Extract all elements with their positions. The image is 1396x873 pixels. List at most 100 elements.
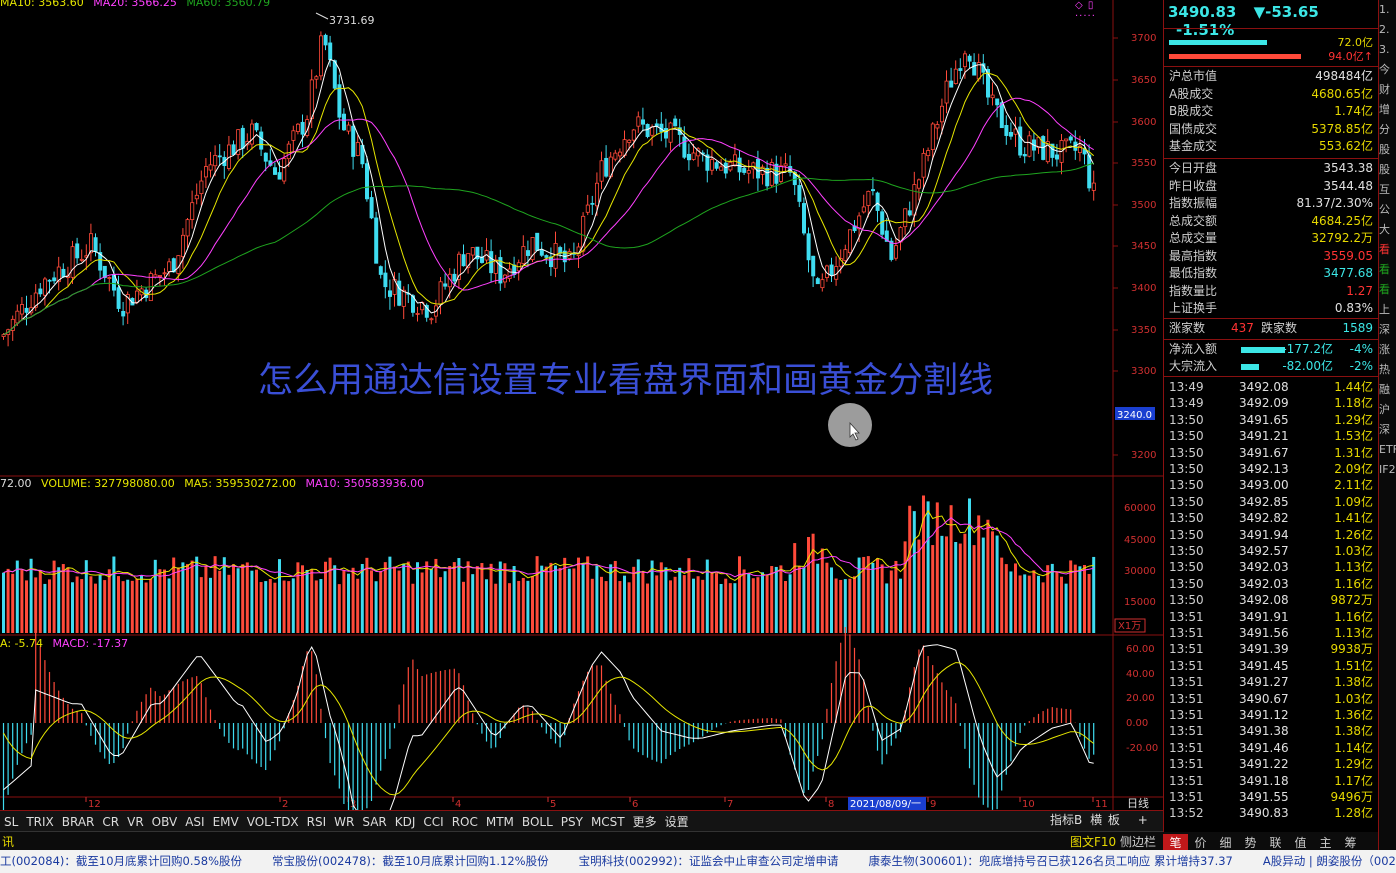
indicator-tab-wr[interactable]: WR — [330, 813, 358, 832]
quote-stat-label: B股成交 — [1169, 104, 1214, 118]
indicator-tab-设置[interactable]: 设置 — [661, 813, 693, 832]
indicator-tab-roc[interactable]: ROC — [448, 813, 482, 832]
news-ticker-item[interactable]: 宝明科技(002992)：证监会中止审查公司定增申请 — [579, 854, 839, 868]
volume-bar — [259, 582, 263, 633]
sidebar-item[interactable]: 公 — [1379, 200, 1396, 220]
indicator-tab-kdj[interactable]: KDJ — [391, 813, 420, 832]
candle-body — [231, 144, 236, 155]
sidebar-item[interactable]: 融 — [1379, 380, 1396, 400]
volume-bar — [604, 581, 608, 633]
indicator-tab-trix[interactable]: TRIX — [22, 813, 57, 832]
inflow-bar-blue — [1169, 40, 1267, 45]
candle-body — [19, 304, 24, 315]
sidebar-toggle[interactable]: 侧边栏 — [1120, 833, 1156, 850]
indicator-b-tab[interactable]: 指标B — [1050, 813, 1082, 827]
news-ticker-item[interactable]: A股异动 | 朗姿股份（002612）涨6% 第三季 — [1263, 854, 1396, 868]
candle-body — [631, 129, 636, 141]
tick-volume: 1.44亿 — [1334, 380, 1373, 394]
tick-volume: 1.26亿 — [1334, 527, 1373, 542]
volume-bar — [107, 569, 111, 633]
sidebar-item[interactable]: 股 — [1379, 140, 1396, 160]
volume-bar — [719, 583, 723, 633]
volume-bar — [158, 569, 162, 633]
sidebar-item[interactable]: 看 — [1379, 280, 1396, 300]
tool-board[interactable]: 板 — [1108, 813, 1120, 827]
indicator-tab-cr[interactable]: CR — [98, 813, 123, 832]
sidebar-item[interactable]: 增 — [1379, 100, 1396, 120]
sidebar-item[interactable]: 深 — [1379, 320, 1396, 340]
indicator-tab-asi[interactable]: ASI — [181, 813, 208, 832]
f10-button[interactable]: 图文F10 — [1070, 833, 1116, 850]
sidebar-item[interactable]: 分 — [1379, 120, 1396, 140]
sidebar-item[interactable]: 涨 — [1379, 340, 1396, 360]
volume-bar — [370, 570, 373, 633]
candle-body — [507, 268, 512, 279]
sidebar-item[interactable]: 2. — [1379, 20, 1396, 40]
news-ticker-item[interactable]: 工(002084)：截至10月底累计回购0.58%股份 — [0, 854, 242, 868]
indicator-tab-mtm[interactable]: MTM — [482, 813, 518, 832]
kline-chart[interactable]: 3700 3650 3600 3550 3500 3450 3400 3350 3300 3240… — [0, 0, 1163, 810]
candle-body — [889, 240, 894, 260]
sidebar-item[interactable]: IF2 — [1379, 460, 1396, 480]
sidebar-item[interactable]: 沪 — [1379, 400, 1396, 420]
indicator-tab-psy[interactable]: PSY — [557, 813, 587, 832]
indicator-tab-emv[interactable]: EMV — [209, 813, 243, 832]
indicator-tab-mcst[interactable]: MCST — [587, 813, 629, 832]
indicator-tab-vol-tdx[interactable]: VOL-TDX — [243, 813, 303, 832]
news-ticker[interactable]: 工(002084)：截至10月底累计回购0.58%股份 常宝股份(002478)：… — [0, 850, 1396, 873]
chart-area[interactable]: 3700 3650 3600 3550 3500 3450 3400 3350 3300 3240… — [0, 0, 1163, 810]
sidebar-item[interactable]: 财 — [1379, 80, 1396, 100]
sidebar-item[interactable]: 上 — [1379, 300, 1396, 320]
volume-bar — [889, 570, 893, 633]
candle-body — [295, 123, 300, 132]
inflow-bar-row-2: 94.0亿↑ — [1169, 50, 1373, 64]
indicator-tab-更多[interactable]: 更多 — [629, 813, 661, 832]
sidebar-item[interactable]: 热 — [1379, 360, 1396, 380]
sidebar-item[interactable]: 深 — [1379, 420, 1396, 440]
sidebar-item[interactable]: 今 — [1379, 60, 1396, 80]
tick-volume: 9938万 — [1330, 642, 1373, 657]
volume-bar — [885, 583, 889, 633]
candle-body — [185, 219, 190, 237]
indicator-tab-sar[interactable]: SAR — [358, 813, 390, 832]
news-sidebar[interactable]: 1.2.3.今财增分股股互公大看看看上深涨热融沪深ETFIF2 — [1378, 0, 1396, 850]
volume-bar — [535, 556, 539, 633]
volume-bar — [991, 531, 994, 633]
volume-ma5-line — [3, 509, 1094, 581]
sidebar-item[interactable]: 互 — [1379, 180, 1396, 200]
sidebar-item[interactable]: 3. — [1379, 40, 1396, 60]
tool-horizontal[interactable]: 横 — [1090, 813, 1102, 827]
price-axis-label: 3350 — [1131, 325, 1156, 336]
sidebar-item[interactable]: ETF — [1379, 440, 1396, 460]
sidebar-item[interactable]: 股 — [1379, 160, 1396, 180]
news-ticker-item[interactable]: 常宝股份(002478)：截至10月底累计回购1.12%股份 — [272, 854, 549, 868]
indicator-tab-brar[interactable]: BRAR — [58, 813, 99, 832]
volume-bar — [609, 564, 613, 633]
sidebar-item[interactable]: 看 — [1379, 240, 1396, 260]
indicator-tab-sl[interactable]: SL — [0, 813, 22, 832]
volume-bar — [977, 515, 981, 633]
indicator-tab-boll[interactable]: BOLL — [518, 813, 557, 832]
candle-body — [944, 80, 949, 104]
tick-row: 13:50 3492.13 2.09亿 — [1169, 461, 1373, 477]
volume-bar — [843, 579, 847, 633]
sidebar-item[interactable]: 1. — [1379, 0, 1396, 20]
chart-toolbar-icons[interactable]: ◇ ▯ ····· — [1075, 0, 1096, 22]
indicator-tab-cci[interactable]: CCI — [419, 813, 447, 832]
indicator-tab-vr[interactable]: VR — [123, 813, 148, 832]
volume-bar — [6, 568, 10, 633]
volume-bar — [696, 576, 700, 633]
volume-bar — [489, 563, 493, 633]
indicator-tab-rsi[interactable]: RSI — [303, 813, 331, 832]
sidebar-item[interactable]: 看 — [1379, 260, 1396, 280]
volume-bar — [379, 570, 383, 633]
tick-row: 13:51 3491.27 1.38亿 — [1169, 674, 1373, 690]
volume-bar — [383, 562, 387, 633]
quote-stat-value: 32792.2万 — [1311, 231, 1373, 245]
sidebar-item[interactable]: 大 — [1379, 220, 1396, 240]
news-ticker-item[interactable]: 康泰生物(300601)：兜底增持号召已获126名员工响应 累计增持37.37 — [868, 854, 1232, 868]
volume-bar — [439, 577, 442, 633]
candle-body — [1087, 154, 1092, 189]
zoom-in-button[interactable]: + — [1138, 813, 1148, 827]
indicator-tab-obv[interactable]: OBV — [148, 813, 182, 832]
